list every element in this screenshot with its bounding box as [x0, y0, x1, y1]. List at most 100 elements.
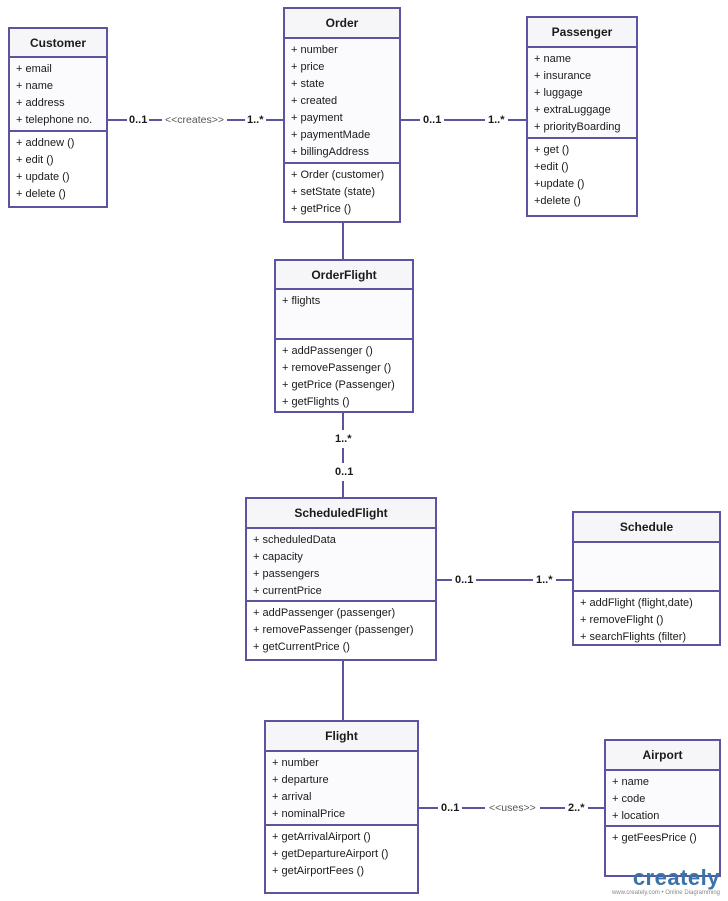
class-method: + getFeesPrice ()	[612, 832, 697, 844]
attributes-section: + number + price + state + created + payment…	[285, 39, 399, 164]
class-passenger[interactable]: Passenger + name + insurance + luggage + ex…	[526, 16, 638, 217]
class-method: + edit ()	[16, 154, 54, 166]
class-method: + getArrivalAirport ()	[272, 831, 371, 843]
methods-section: + addFlight (flight,date) + removeFlight …	[574, 592, 719, 646]
assoc-order-orderflight-line	[342, 223, 344, 259]
class-method: + get ()	[534, 144, 570, 156]
class-attribute: + priorityBoarding	[534, 121, 621, 133]
class-attribute: + flights	[282, 295, 321, 307]
multiplicity-label: 0..1	[452, 573, 477, 587]
assoc-orderflight-scheduledflight-line	[342, 413, 344, 497]
multiplicity-label: 1..*	[533, 573, 556, 587]
multiplicity-label: 1..*	[334, 430, 353, 448]
multiplicity-label: 1..*	[485, 113, 508, 127]
class-method: + addPassenger (passenger)	[253, 607, 396, 619]
class-method: + getFlights ()	[282, 396, 350, 408]
class-method: + getCurrentPrice ()	[253, 641, 350, 653]
multiplicity-label: 2..*	[565, 801, 588, 815]
class-name: Schedule	[574, 513, 719, 543]
class-attribute: + passengers	[253, 568, 320, 580]
class-method: + update ()	[16, 171, 70, 183]
class-method: + addFlight (flight,date)	[580, 597, 693, 609]
class-attribute: + price	[291, 61, 325, 73]
class-attribute: + departure	[272, 774, 329, 786]
class-attribute: + email	[16, 63, 52, 75]
class-method: + removeFlight ()	[580, 614, 664, 626]
class-method: + addnew ()	[16, 137, 75, 149]
class-method: +edit ()	[534, 161, 569, 173]
class-attribute: + currentPrice	[253, 585, 322, 597]
class-name: OrderFlight	[276, 261, 412, 290]
class-attribute: + scheduledData	[253, 534, 336, 546]
multiplicity-label: 0..1	[420, 113, 445, 127]
class-orderflight[interactable]: OrderFlight + flights + addPassenger () +…	[274, 259, 414, 413]
class-method: + removePassenger ()	[282, 362, 392, 374]
class-attribute: + extraLuggage	[534, 104, 611, 116]
class-attribute: + number	[291, 44, 338, 56]
attributes-section: + number + departure + arrival + nominalPri…	[266, 752, 417, 826]
stereotype-label: <<creates>>	[162, 113, 227, 127]
assoc-scheduledflight-flight-line	[342, 661, 344, 720]
methods-section: + addPassenger (passenger) + removePassen…	[247, 602, 435, 656]
class-method: + removePassenger (passenger)	[253, 624, 414, 636]
class-method: + setState (state)	[291, 186, 376, 198]
class-name: Passenger	[528, 18, 636, 48]
class-method: + getDepartureAirport ()	[272, 848, 389, 860]
class-name: Order	[285, 9, 399, 39]
class-attribute: + arrival	[272, 791, 312, 803]
class-attribute: + paymentMade	[291, 129, 371, 141]
class-name: Flight	[266, 722, 417, 752]
class-attribute: + code	[612, 793, 646, 805]
multiplicity-label: 0..1	[438, 801, 463, 815]
attributes-section: + name + insurance + luggage + extraLuggage…	[528, 48, 636, 139]
attributes-section: + scheduledData + capacity + passengers + c…	[247, 529, 435, 602]
class-name: Airport	[606, 741, 719, 771]
class-attribute: + luggage	[534, 87, 583, 99]
class-attribute: + insurance	[534, 70, 592, 82]
methods-section: + get () +edit () +update () +delete ()	[528, 139, 636, 210]
class-method: + getAirportFees ()	[272, 865, 365, 877]
class-method: + getPrice ()	[291, 203, 352, 215]
class-attribute: + number	[272, 757, 319, 769]
class-customer[interactable]: Customer + email + name + address + telepho…	[8, 27, 108, 208]
methods-section: + Order (customer) + setState (state) + ge…	[285, 164, 399, 218]
class-method: + delete ()	[16, 188, 66, 200]
multiplicity-label: 0..1	[127, 113, 150, 127]
attributes-section: + flights	[276, 290, 412, 340]
creately-tagline: www.creately.com • Online Diagramming	[611, 890, 720, 896]
class-attribute: + location	[612, 810, 660, 822]
class-name: ScheduledFlight	[247, 499, 435, 529]
multiplicity-label: 1..*	[245, 113, 266, 127]
class-attribute: + address	[16, 97, 65, 109]
class-attribute: + capacity	[253, 551, 303, 563]
class-order[interactable]: Order + number + price + state + created + p…	[283, 7, 401, 223]
class-method: + searchFlights (filter)	[580, 631, 687, 643]
class-attribute: + telephone no.	[16, 114, 93, 126]
class-attribute: + name	[534, 53, 571, 65]
attributes-section	[574, 543, 719, 592]
methods-section: + addnew () + edit () + update () + delete …	[10, 132, 106, 203]
class-flight[interactable]: Flight + number + departure + arrival + nom…	[264, 720, 419, 894]
class-attribute: + state	[291, 78, 325, 90]
attributes-section: + email + name + address + telephone no.	[10, 58, 106, 132]
class-method: + Order (customer)	[291, 169, 385, 181]
class-attribute: + created	[291, 95, 338, 107]
multiplicity-label: 0..1	[334, 463, 355, 481]
class-attribute: + name	[612, 776, 649, 788]
class-scheduledflight[interactable]: ScheduledFlight + scheduledData + capacit…	[245, 497, 437, 661]
class-method: + addPassenger ()	[282, 345, 373, 357]
class-method: +delete ()	[534, 195, 581, 207]
class-attribute: + billingAddress	[291, 146, 369, 158]
creately-watermark: creately www.creately.com • Online Diagr…	[612, 867, 720, 897]
stereotype-label: <<uses>>	[485, 801, 540, 815]
class-airport[interactable]: Airport + name + code + location + getFees…	[604, 739, 721, 877]
class-attribute: + nominalPrice	[272, 808, 346, 820]
methods-section: + getArrivalAirport () + getDepartureAirp…	[266, 826, 417, 880]
class-method: +update ()	[534, 178, 585, 190]
creately-logo: creately	[632, 865, 720, 890]
class-attribute: + payment	[291, 112, 343, 124]
class-name: Customer	[10, 29, 106, 58]
methods-section: + addPassenger () + removePassenger () + g…	[276, 340, 412, 411]
attributes-section: + name + code + location	[606, 771, 719, 827]
class-schedule[interactable]: Schedule + addFlight (flight,date) + remo…	[572, 511, 721, 646]
